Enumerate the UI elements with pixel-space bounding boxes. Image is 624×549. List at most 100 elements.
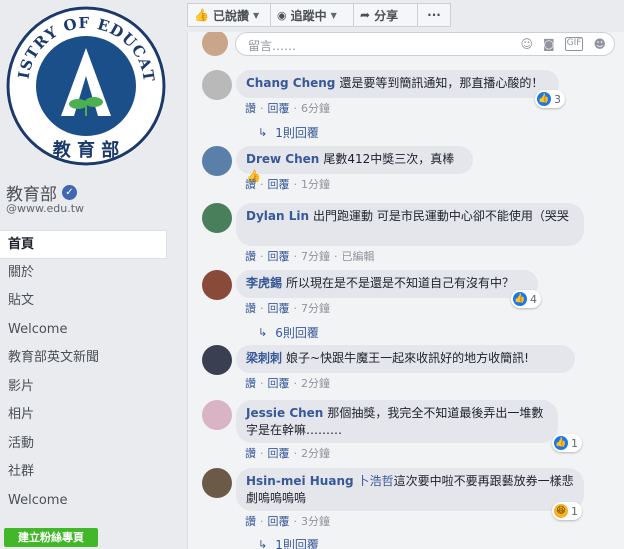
view-replies-link[interactable]: ↳ 1則回覆 — [258, 124, 319, 141]
comment-author[interactable]: Hsin-mei Huang — [246, 474, 354, 488]
following-button[interactable]: ◉ 追蹤中 ▼ — [270, 3, 354, 27]
reply-link[interactable]: 回覆 — [268, 445, 290, 461]
comment-bubble: Drew Chen 尾數412中獎三次，真棒👍 — [236, 146, 473, 183]
comment-text: 還是要等到簡訊通知，那直播心酸的！ — [339, 76, 544, 90]
comment-author[interactable]: 李虎錫 — [246, 276, 282, 290]
like-link[interactable]: 讚 — [245, 513, 256, 529]
caret-down-icon: ▼ — [252, 10, 260, 20]
avatar[interactable] — [202, 400, 232, 430]
nav-photos[interactable]: 相片 — [0, 401, 167, 430]
gif-icon[interactable]: GIF — [564, 37, 584, 51]
reply-link[interactable]: 回覆 — [268, 375, 290, 391]
comment-author[interactable]: Dylan Lin — [246, 209, 309, 223]
comment-bubble: 梁刺刺 娘子~快跟牛魔王一起來收訊好的地方收簡訊! — [236, 345, 575, 373]
sticker-icon[interactable]: ☻ — [593, 37, 606, 51]
reply-link[interactable]: 回覆 — [268, 176, 290, 192]
replies-count: 1則回覆 — [275, 126, 319, 140]
share-arrow-icon: ➦ — [360, 8, 371, 22]
tagged-user[interactable]: 卜浩哲 — [358, 474, 394, 488]
nav-community[interactable]: 社群 — [0, 458, 167, 487]
comment-bubble: Dylan Lin 出門跑運動 可是市民運動中心卻不能使用（哭哭 — [236, 203, 584, 246]
comment-bubble: 李虎錫 所以現在是不是還是不知道自己有沒有中？ — [236, 270, 538, 298]
like-link[interactable]: 讚 — [245, 248, 256, 264]
comment-timestamp[interactable]: 7分鐘 — [301, 300, 330, 316]
reaction-count[interactable]: 😆 1 — [552, 502, 582, 520]
sidebar: MINISTRY OF EDUCATION 教 育 部 教育部 ✓ @www.e… — [0, 0, 173, 549]
thumbs-up-icon: 👍 — [194, 8, 209, 22]
comment-author[interactable]: Drew Chen — [246, 152, 319, 166]
avatar[interactable] — [202, 146, 232, 176]
nav-welcome-2[interactable]: Welcome — [0, 487, 167, 516]
avatar[interactable] — [202, 270, 232, 300]
like-reaction-icon: 👍 — [537, 92, 551, 106]
nav-welcome[interactable]: Welcome — [0, 316, 167, 345]
page-handle[interactable]: @www.edu.tw — [6, 202, 84, 215]
reply-arrow-icon: ↳ — [258, 538, 268, 549]
more-options-button[interactable]: ··· — [417, 3, 451, 27]
comment-bubble: Chang Cheng 還是要等到簡訊通知，那直播心酸的！ — [236, 70, 559, 98]
comment-actions: 讚 · 回覆 · 7分鐘 — [245, 300, 330, 316]
reaction-number: 1 — [571, 504, 578, 518]
nav-english-news[interactable]: 教育部英文新聞 — [0, 344, 167, 373]
comment-author[interactable]: Jessie Chen — [246, 406, 323, 420]
nav-events[interactable]: 活動 — [0, 430, 167, 459]
reply-arrow-icon: ↳ — [258, 326, 268, 339]
edited-label[interactable]: 已編輯 — [342, 248, 375, 264]
nav-home[interactable]: 首頁 — [0, 230, 167, 259]
reaction-number: 4 — [530, 292, 537, 306]
reaction-number: 3 — [554, 92, 561, 106]
reply-link[interactable]: 回覆 — [268, 100, 290, 116]
comment-timestamp[interactable]: 1分鐘 — [301, 176, 330, 192]
reaction-count[interactable]: 👍 1 — [552, 434, 582, 452]
comment-actions: 讚 · 回覆 · 3分鐘 — [245, 513, 330, 529]
comment-bubble: Hsin-mei Huang 卜浩哲這次要中啦不要再跟藝放券一樣悲劇嗚嗚嗚嗚 — [236, 468, 584, 511]
comment-actions: 讚 · 回覆 · 1分鐘 — [245, 176, 330, 192]
following-label: 追蹤中 — [290, 8, 327, 23]
view-replies-link[interactable]: ↳ 6則回覆 — [258, 324, 319, 341]
reply-link[interactable]: 回覆 — [268, 248, 290, 264]
comment-actions: 讚 · 回覆 · 7分鐘 · 已編輯 — [245, 248, 375, 264]
rss-icon: ◉ — [277, 8, 287, 22]
avatar[interactable] — [202, 468, 232, 498]
view-replies-link[interactable]: ↳ 1則回覆 — [258, 536, 319, 549]
like-link[interactable]: 讚 — [245, 176, 256, 192]
haha-reaction-icon: 😆 — [554, 504, 568, 518]
share-button[interactable]: ➦ 分享 — [353, 3, 418, 27]
liked-button[interactable]: 👍 已說讚 ▼ — [187, 3, 271, 27]
caret-down-icon: ▼ — [330, 10, 337, 20]
emoji-icon[interactable]: ☺ — [521, 37, 534, 51]
reply-link[interactable]: 回覆 — [268, 513, 290, 529]
comment-timestamp[interactable]: 2分鐘 — [301, 375, 330, 391]
avatar[interactable] — [202, 345, 232, 375]
reaction-count[interactable]: 👍 3 — [535, 90, 565, 108]
nav-posts[interactable]: 貼文 — [0, 287, 167, 316]
comment-timestamp[interactable]: 3分鐘 — [301, 513, 330, 529]
comment-author[interactable]: Chang Cheng — [246, 76, 335, 90]
avatar[interactable] — [202, 203, 232, 233]
comments-panel: 留言…… ☺ ◙ GIF ☻ Chang Cheng 還是要等到簡訊通知，那直播心… — [187, 32, 624, 549]
comment-timestamp[interactable]: 2分鐘 — [301, 445, 330, 461]
like-link[interactable]: 讚 — [245, 445, 256, 461]
reaction-count[interactable]: 👍 4 — [511, 290, 541, 308]
comment-timestamp[interactable]: 7分鐘 — [301, 248, 330, 264]
like-link[interactable]: 讚 — [245, 100, 256, 116]
camera-icon[interactable]: ◙ — [543, 37, 555, 51]
nav-about[interactable]: 關於 — [0, 259, 167, 288]
svg-text:教 育 部: 教 育 部 — [53, 139, 120, 161]
avatar — [202, 32, 228, 56]
comment-author[interactable]: 梁刺刺 — [246, 351, 282, 365]
comment-bubble: Jessie Chen 那個抽獎，我完全不知道最後弄出一堆數字是在幹嘛……… — [236, 400, 558, 443]
like-link[interactable]: 讚 — [245, 300, 256, 316]
comment-input[interactable]: 留言…… ☺ ◙ GIF ☻ — [235, 32, 615, 56]
replies-count: 6則回覆 — [275, 326, 319, 340]
avatar[interactable] — [202, 70, 232, 100]
sidebar-nav: 首頁 關於 貼文 Welcome 教育部英文新聞 影片 相片 活動 社群 Wel… — [0, 230, 167, 515]
ministry-logo[interactable]: MINISTRY OF EDUCATION 教 育 部 — [6, 6, 166, 166]
like-link[interactable]: 讚 — [245, 375, 256, 391]
nav-videos[interactable]: 影片 — [0, 373, 167, 402]
create-page-button[interactable]: 建立粉絲專頁 — [4, 528, 98, 547]
comment-timestamp[interactable]: 6分鐘 — [301, 100, 330, 116]
comment-actions: 讚 · 回覆 · 2分鐘 — [245, 445, 330, 461]
reply-link[interactable]: 回覆 — [268, 300, 290, 316]
comment-actions: 讚 · 回覆 · 2分鐘 — [245, 375, 330, 391]
